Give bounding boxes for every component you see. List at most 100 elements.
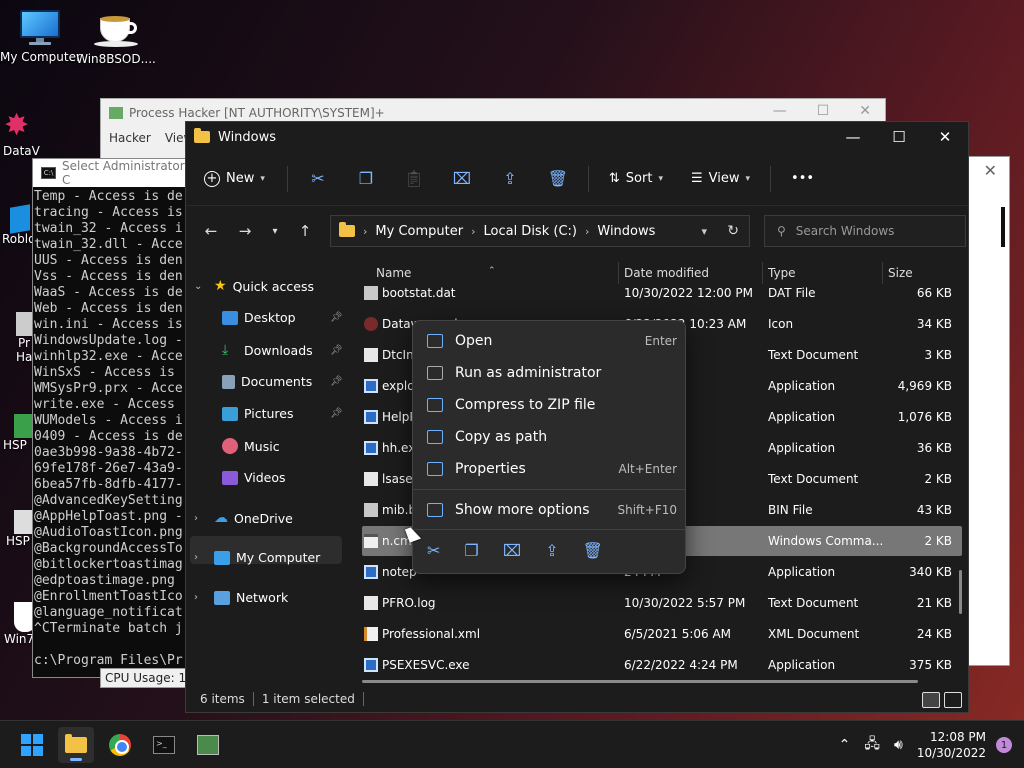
breadcrumb-local-disk[interactable]: Local Disk (C:) [483,224,576,239]
sort-button[interactable]: ⇅ Sort ▾ [595,171,677,186]
new-button[interactable]: + New ▾ [204,170,281,187]
network-icon[interactable]: 🖧︎ [864,733,880,757]
chevron-down-icon[interactable]: ▾ [701,225,707,238]
details-view-button[interactable] [922,692,940,708]
taskbar-terminal[interactable]: >_ [146,727,182,763]
search-box[interactable]: ⚲ Search Windows [764,215,966,247]
command-prompt-window[interactable]: C:\ Select Administrator: C Temp - Acces… [32,158,192,678]
desktop-icon-datav[interactable]: ✸ DataV [0,108,40,158]
taskbar-process-hacker[interactable] [190,727,226,763]
console-output[interactable]: Temp - Access is de tracing - Access is tw… [33,187,191,677]
start-button[interactable] [14,727,50,763]
desktop-icon-my-computer[interactable]: My Computer [0,10,81,64]
minimize-icon[interactable]: — [830,122,876,152]
address-bar[interactable]: › My Computer › Local Disk (C:) › Window… [330,215,750,247]
console-line: Temp - Access is de [34,189,183,204]
terminal-icon: C:\ [41,167,57,179]
nav-desktop[interactable]: Desktop 📌︎ [222,310,343,325]
window-title-text: Select Administrator: C [62,159,189,187]
up-button[interactable]: ↑ [288,216,322,246]
file-row[interactable]: PFRO.log 10/30/2022 5:57 PM Text Document 2… [362,588,962,618]
nav-onedrive[interactable]: › ☁ OneDrive [194,510,293,526]
taskbar-file-explorer[interactable] [58,727,94,763]
desktop-icon-win7[interactable]: Win7 [0,602,36,646]
menu-item-run-as-admin[interactable]: Run as administrator [427,359,677,387]
breadcrumb-my-computer[interactable]: My Computer [375,224,463,239]
cut-button[interactable]: ✂ [294,162,342,196]
console-line: Web - Access is den [34,301,183,316]
view-label: View [708,171,740,186]
share-button[interactable]: ⇪ [486,162,534,196]
volume-icon[interactable]: 🔊︎ [894,737,903,753]
column-size[interactable]: Size [888,266,913,280]
menu-item-label: Copy as path [455,429,548,445]
back-button[interactable]: ← [194,216,228,246]
nav-videos[interactable]: Videos [222,470,286,485]
close-icon[interactable]: ✕ [922,122,968,152]
copy-icon[interactable]: ❐ [464,541,478,560]
close-icon[interactable]: ✕ [859,103,871,119]
menu-item-copy-path[interactable]: Copy as path [427,423,677,451]
copy-button[interactable]: ❐ [342,162,390,196]
nav-pictures[interactable]: Pictures 📌︎ [222,406,343,421]
menu-item-compress-zip[interactable]: Compress to ZIP file [427,391,677,419]
maximize-icon[interactable]: ☐ [817,103,830,119]
recent-locations-button[interactable]: ▾ [262,216,288,246]
nav-quick-access[interactable]: ⌄ ★ Quick access [194,278,314,294]
desktop-icon-hsp2[interactable]: HSP [0,510,36,548]
column-divider[interactable] [762,262,763,284]
column-divider[interactable] [618,262,619,284]
more-options-button[interactable]: ••• [777,171,828,186]
delete-button[interactable]: 🗑︎ [534,162,582,196]
vertical-scrollbar[interactable] [959,570,962,614]
chevron-down-icon: ⌄ [194,280,203,292]
taskbar-chrome[interactable] [102,727,138,763]
system-tray: ⌃ 🖧︎ 🔊︎ 12:08 PM 10/30/2022 1 [839,721,1024,768]
rename-button[interactable]: ⌧ [438,162,486,196]
file-dat-icon [364,503,378,517]
menu-item-open[interactable]: Open Enter [427,327,677,355]
clock[interactable]: 12:08 PM 10/30/2022 [917,729,986,761]
nav-downloads[interactable]: ⤓ Downloads 📌︎ [222,342,343,358]
menu-item-show-more-options[interactable]: Show more options Shift+F10 [427,496,677,524]
minimize-icon[interactable]: — [773,103,787,119]
column-type[interactable]: Type [768,266,796,280]
horizontal-scrollbar[interactable] [362,680,918,683]
desktop-icon-win8bsod[interactable]: Win8BSOD.... [76,8,156,66]
file-row[interactable]: bootstat.dat 10/30/2022 12:00 PM DAT File 6… [362,286,962,308]
scrollbar[interactable] [1001,207,1005,247]
nav-network[interactable]: › Network [194,590,288,605]
desktop-icon-roblox[interactable]: Roblo [0,204,36,246]
notification-badge[interactable]: 1 [996,737,1012,753]
file-row[interactable]: PSEXESVC.exe 6/22/2022 4:24 PM Application… [362,650,962,676]
file-name: PSEXESVC.exe [382,658,470,672]
column-divider[interactable] [882,262,883,284]
scissors-icon[interactable]: ✂ [427,541,440,560]
nav-music[interactable]: Music [222,438,280,454]
share-icon[interactable]: ⇪ [545,541,558,560]
tiles-view-button[interactable] [944,692,962,708]
file-type: Text Document [768,472,859,486]
forward-button[interactable]: → [228,216,262,246]
close-icon[interactable]: ✕ [984,161,997,180]
desktop-icon-hsp1[interactable]: HSP [0,414,36,452]
nav-documents[interactable]: Documents 📌︎ [222,374,343,389]
trash-icon: 🗑︎ [547,169,569,188]
paste-button[interactable]: 📋︎ [390,162,438,196]
column-name[interactable]: Name [376,266,411,280]
column-date[interactable]: Date modified [624,266,709,280]
chevron-up-icon[interactable]: ⌃ [839,737,851,753]
rename-icon[interactable]: ⌧ [503,541,521,560]
file-type: Icon [768,317,794,331]
nav-my-computer[interactable]: › My Computer [194,550,320,565]
breadcrumb-windows[interactable]: Windows [597,224,655,239]
desktop-icon-ph[interactable]: Pr Ha [0,312,36,364]
refresh-icon[interactable]: ↻ [727,223,739,239]
menu-hacker[interactable]: Hacker [109,131,151,145]
view-button[interactable]: ☰ View ▾ [677,171,764,186]
trash-icon[interactable]: 🗑︎ [583,541,603,560]
file-row[interactable]: Professional.xml 6/5/2021 5:06 AM XML Docu… [362,619,962,649]
quick-actions: ✂ ❐ ⌧ ⇪ 🗑︎ [427,541,603,560]
menu-item-properties[interactable]: Properties Alt+Enter [427,455,677,483]
maximize-icon[interactable]: ☐ [876,122,922,152]
